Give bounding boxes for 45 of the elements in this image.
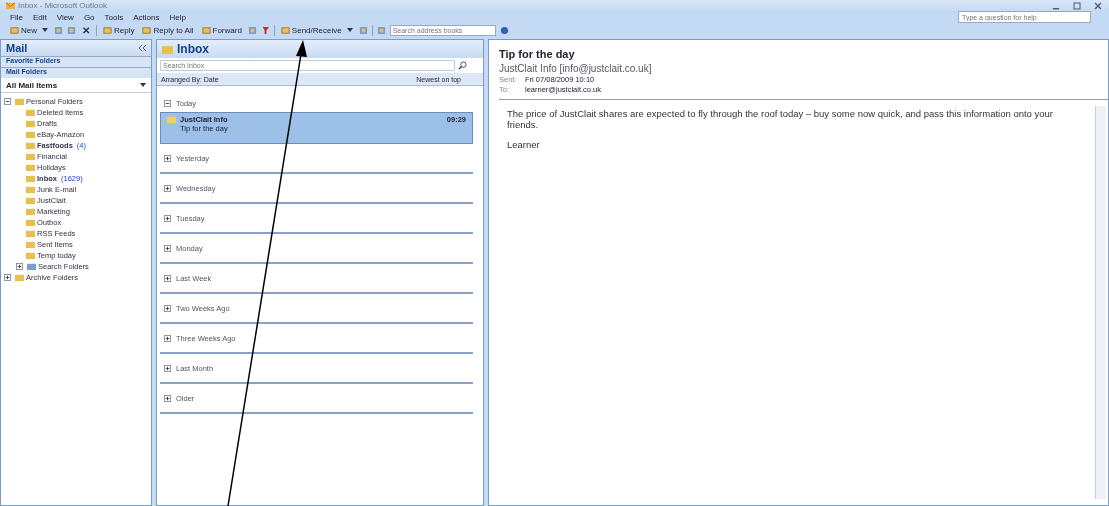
menu-item[interactable]: View bbox=[56, 12, 74, 22]
menu-item[interactable]: Actions bbox=[133, 12, 160, 22]
toolbar-dropdown[interactable]: Send/Receive bbox=[278, 25, 355, 35]
menu-item[interactable]: Tools bbox=[104, 12, 124, 22]
toolbar-dropdown[interactable]: New bbox=[8, 25, 50, 35]
caret-icon bbox=[346, 28, 353, 32]
maximize-icon[interactable] bbox=[1072, 0, 1082, 11]
group-expander-icon[interactable] bbox=[164, 184, 171, 192]
toolbar-button[interactable]: Forward bbox=[199, 25, 244, 35]
close-icon[interactable] bbox=[1093, 0, 1103, 11]
menu-item[interactable]: Edit bbox=[32, 12, 47, 22]
group-expander-icon[interactable] bbox=[164, 214, 171, 222]
scrollbar[interactable] bbox=[1095, 106, 1106, 499]
group-expander-icon[interactable] bbox=[164, 99, 171, 107]
menu-item[interactable]: File bbox=[10, 12, 23, 22]
group-expander-icon[interactable] bbox=[164, 364, 171, 372]
group-expander-icon[interactable] bbox=[164, 304, 171, 312]
menu-item[interactable]: Help bbox=[169, 12, 186, 22]
delete-button[interactable]: ✕ bbox=[80, 24, 92, 36]
group-expander-icon[interactable] bbox=[164, 334, 171, 342]
group-expander-icon[interactable] bbox=[164, 154, 171, 162]
caret-icon bbox=[42, 28, 48, 32]
folder-icon bbox=[162, 43, 173, 55]
help-icon[interactable] bbox=[499, 25, 509, 35]
message-subject: Tip for the day bbox=[499, 48, 576, 60]
window-title: Inbox - Microsoft Outlook bbox=[18, 1, 107, 10]
search-icon[interactable] bbox=[458, 61, 467, 70]
message-body-text: The price of JustClait shares are expected to fly through the roof today – buy some now quick, and pass this information onto your friends. bbox=[507, 108, 1055, 130]
menu-item[interactable]: Go bbox=[83, 12, 95, 22]
toolbar-button[interactable]: Reply to All bbox=[140, 25, 196, 35]
collapse-icon[interactable] bbox=[138, 45, 146, 51]
expander-icon[interactable] bbox=[16, 263, 23, 270]
caret-icon bbox=[140, 83, 146, 87]
group-expander-icon[interactable] bbox=[164, 244, 171, 252]
pane-title: Inbox bbox=[177, 42, 209, 56]
group-expander-icon[interactable] bbox=[164, 274, 171, 282]
group-expander-icon[interactable] bbox=[164, 394, 171, 402]
folder-view-selector[interactable]: All Mail Items bbox=[1, 78, 151, 93]
message-body-text: Learner bbox=[507, 139, 541, 150]
sender-address: JustClait Info [info@justclait.co.uk] bbox=[499, 63, 653, 74]
expander-icon[interactable] bbox=[4, 98, 11, 105]
expander-icon[interactable] bbox=[4, 274, 11, 281]
pane-title: Mail bbox=[6, 42, 28, 54]
view-label: All Mail Items bbox=[6, 80, 58, 90]
toolbar-button[interactable]: Reply bbox=[101, 25, 137, 35]
